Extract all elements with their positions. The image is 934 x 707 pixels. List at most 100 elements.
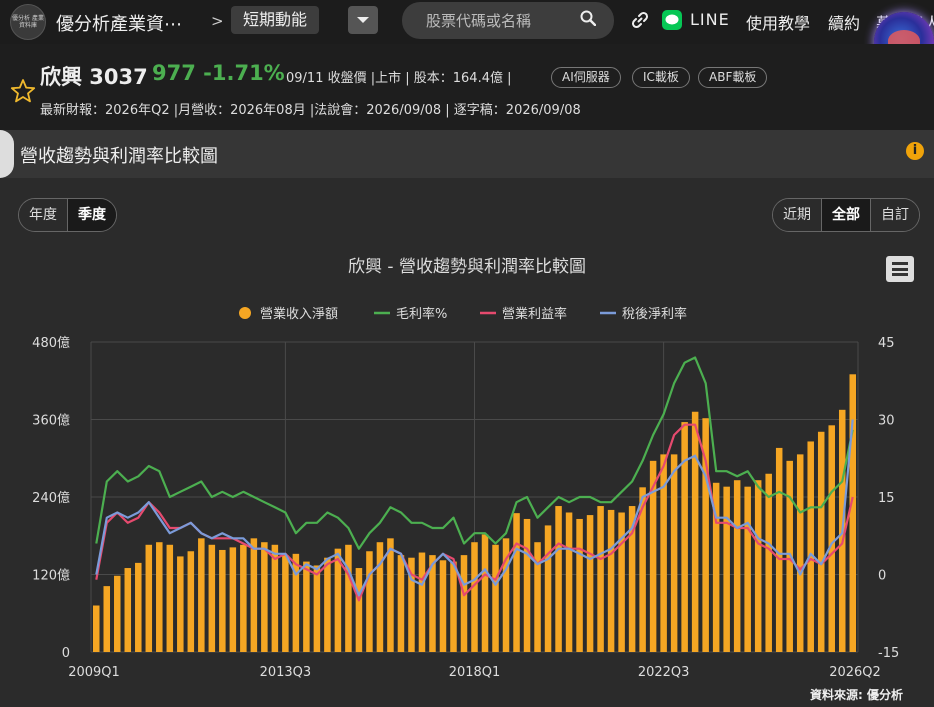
bar-revenue xyxy=(534,542,541,652)
bar-revenue xyxy=(124,568,132,652)
left-axis-tick: 480億 xyxy=(32,335,70,351)
bar-revenue xyxy=(513,513,520,652)
toggle-annual[interactable]: 年度 xyxy=(19,199,67,231)
report-dates: 最新財報：2026年Q2 |月營收：2026年08月 |法說會：2026/09/… xyxy=(40,103,581,118)
line-link[interactable]: LINE xyxy=(690,10,730,29)
bar-revenue xyxy=(92,605,100,652)
bar-revenue xyxy=(817,431,825,652)
bar-revenue xyxy=(481,534,489,652)
tag-ai-server[interactable]: AI伺服器 xyxy=(551,67,621,88)
range-recent[interactable]: 近期 xyxy=(773,199,821,231)
bar-revenue xyxy=(355,568,363,652)
bar-revenue xyxy=(754,480,762,652)
bar-revenue xyxy=(198,538,205,652)
bar-revenue xyxy=(492,544,499,652)
legend-label: 毛利率% xyxy=(396,306,447,322)
legend-marker-revenue xyxy=(239,307,251,319)
bar-revenue xyxy=(145,544,153,652)
right-axis-tick: 45 xyxy=(878,336,895,351)
site-title[interactable]: 優分析產業資⋯ xyxy=(56,10,182,36)
stock-price: 977 -1.71% xyxy=(152,61,285,85)
bar-revenue xyxy=(187,551,195,652)
bar-revenue xyxy=(366,551,373,652)
nav-renew[interactable]: 續約 xyxy=(828,10,860,34)
x-axis-tick: 2009Q1 xyxy=(68,665,120,680)
bar-revenue xyxy=(387,538,394,652)
toggle-quarterly[interactable]: 季度 xyxy=(67,199,116,231)
section-title: 營收趨勢與利潤率比較圖 xyxy=(20,146,218,167)
bar-revenue xyxy=(156,542,163,652)
bar-revenue xyxy=(103,586,111,652)
bar-revenue xyxy=(733,480,741,652)
bar-revenue xyxy=(166,544,174,652)
line-icon[interactable] xyxy=(662,10,682,30)
bar-revenue xyxy=(849,374,857,652)
bar-revenue xyxy=(303,561,310,652)
star-icon[interactable] xyxy=(10,78,36,104)
bar-revenue xyxy=(607,509,615,652)
stock-name: 欣興 3037 xyxy=(40,65,148,89)
range-toggle: 近期 全部 自訂 xyxy=(772,198,920,232)
bar-revenue xyxy=(324,557,331,652)
bar-revenue xyxy=(691,411,699,652)
bar-revenue xyxy=(460,555,468,652)
range-all[interactable]: 全部 xyxy=(821,199,870,231)
bar-revenue xyxy=(114,575,121,652)
left-axis-tick: 360億 xyxy=(32,413,70,429)
bar-revenue xyxy=(744,486,751,652)
site-logo[interactable]: 優分析 產業資料庫 xyxy=(10,4,46,40)
bar-revenue xyxy=(544,525,552,652)
bar-revenue xyxy=(261,542,268,652)
right-axis-tick: 30 xyxy=(878,414,895,429)
bar-revenue xyxy=(586,515,594,652)
bar-revenue xyxy=(240,544,247,652)
bar-revenue xyxy=(439,560,447,652)
bar-revenue xyxy=(229,547,237,652)
tag-ic-substrate[interactable]: IC載板 xyxy=(632,67,690,88)
left-axis-tick: 0 xyxy=(62,646,70,661)
bar-revenue xyxy=(670,454,678,652)
bar-revenue xyxy=(471,542,478,652)
legend-label: 營業利益率 xyxy=(502,306,567,322)
bar-revenue xyxy=(765,473,772,652)
x-axis-tick: 2026Q2 xyxy=(829,665,881,680)
bar-revenue xyxy=(282,555,289,652)
x-axis-tick: 2013Q3 xyxy=(260,665,312,680)
nav-tutorial[interactable]: 使用教學 xyxy=(746,10,810,34)
right-axis-tick: 0 xyxy=(878,569,886,584)
bar-revenue xyxy=(681,422,688,652)
left-axis-tick: 120億 xyxy=(32,568,70,584)
bar-revenue xyxy=(313,565,321,652)
legend-label: 稅後淨利率 xyxy=(622,306,687,322)
bar-revenue xyxy=(219,549,226,652)
legend-label: 營業收入淨額 xyxy=(260,306,338,322)
bar-revenue xyxy=(345,544,352,652)
stock-info: 09/11 收盤價 |上市 | 股本：164.4億 | xyxy=(286,71,512,86)
chevron-down-icon[interactable] xyxy=(348,6,378,34)
bar-revenue xyxy=(376,542,384,652)
data-source: 資料來源: 優分析 xyxy=(810,688,903,702)
breadcrumb-separator: > xyxy=(211,12,224,30)
bar-revenue xyxy=(397,555,405,652)
info-icon[interactable]: i xyxy=(906,142,924,160)
link-icon[interactable] xyxy=(631,11,649,29)
breadcrumb-current[interactable]: 短期動能 xyxy=(231,6,320,34)
hamburger-menu-icon[interactable] xyxy=(886,256,914,282)
revenue-margin-chart: 480億 360億 240億 120億 0 45 30 15 0 -15 2009Q1 2013Q3 2… xyxy=(32,306,899,680)
bar-revenue xyxy=(555,506,562,652)
bar-revenue xyxy=(450,561,457,652)
bar-revenue xyxy=(828,425,835,652)
left-axis-tick: 240億 xyxy=(32,490,70,506)
bar-revenue xyxy=(576,518,583,652)
bar-revenue xyxy=(723,486,730,652)
bar-revenue xyxy=(618,512,625,652)
range-custom[interactable]: 自訂 xyxy=(870,199,919,231)
period-toggle: 年度 季度 xyxy=(18,198,117,232)
bar-revenue xyxy=(208,544,216,652)
search-icon[interactable] xyxy=(580,10,596,26)
bar-revenue xyxy=(523,518,531,652)
logo-text: 優分析 產業資料庫 xyxy=(12,15,44,29)
bar-revenue xyxy=(250,538,258,652)
tag-abf-substrate[interactable]: ABF載板 xyxy=(698,67,768,88)
x-axis-tick: 2018Q1 xyxy=(449,665,501,680)
